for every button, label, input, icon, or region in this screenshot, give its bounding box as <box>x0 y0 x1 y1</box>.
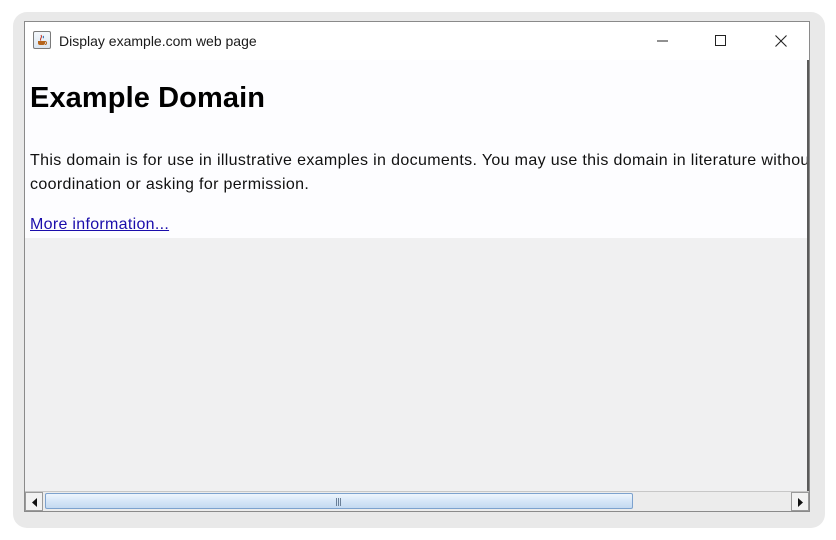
arrow-right-icon <box>798 498 803 507</box>
maximize-button[interactable] <box>692 22 750 60</box>
horizontal-scrollbar[interactable] <box>25 491 809 511</box>
maximize-icon <box>715 35 726 46</box>
window-title: Display example.com web page <box>59 33 257 49</box>
page-heading: Example Domain <box>30 82 266 114</box>
grip-icon <box>336 498 342 506</box>
web-page: Example Domain This domain is for use in… <box>25 60 807 238</box>
web-content-viewport[interactable]: Example Domain This domain is for use in… <box>25 60 809 491</box>
java-cup-icon <box>33 31 51 49</box>
scroll-left-button[interactable] <box>25 492 43 511</box>
scroll-track[interactable] <box>43 492 791 511</box>
scroll-right-button[interactable] <box>791 492 809 511</box>
page-paragraph: This domain is for use in illustrative e… <box>30 152 809 193</box>
close-icon <box>775 35 787 47</box>
close-button[interactable] <box>752 22 809 60</box>
minimize-button[interactable] <box>634 22 692 60</box>
scroll-thumb[interactable] <box>45 493 633 509</box>
title-bar[interactable]: Display example.com web page <box>25 22 809 60</box>
arrow-left-icon <box>32 498 37 507</box>
more-information-link[interactable]: More information... <box>30 216 169 234</box>
browser-window: Display example.com web page Example Dom… <box>24 21 810 512</box>
minimize-icon <box>657 40 668 42</box>
